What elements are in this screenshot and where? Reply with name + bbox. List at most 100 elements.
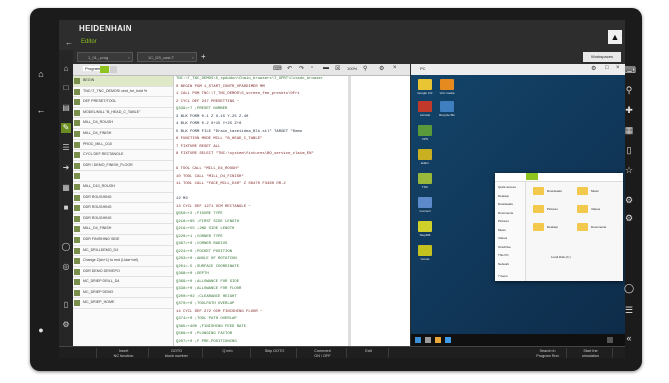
explorer-nav-item[interactable]: OneDrive [498,245,511,249]
nc-code-line[interactable]: 13 CYCL DEF 1271 OCM RECTANGLE ~ [174,204,410,212]
softkey[interactable]: Skip GOTO [253,348,297,358]
close-panel-icon[interactable]: × [616,65,620,71]
copy-icon[interactable]: ▫ [311,65,313,71]
file-explorer-window[interactable]: Quick access Desktop Downloads Documents Pic… [495,173,623,281]
nc-code-line[interactable]: 1 CALL PGM TNC:\T_TNC_DEMOS\5_screen_fee… [174,91,410,99]
structure-item[interactable]: DDR ROUGHING [73,203,173,214]
softkey[interactable]: Start the simulation [569,348,613,358]
table-icon[interactable]: ▦ [61,183,71,193]
explorer-nav-item[interactable]: Quick access [498,185,516,189]
structure-item[interactable]: MC_DRIEP DRILL_D4 [73,277,173,288]
drive-label[interactable]: Local Disk (C:) [551,255,571,259]
folder-icon[interactable] [577,205,588,213]
structure-item[interactable]: MC_DRIEP DEMO [73,288,173,299]
nc-code-editor[interactable]: TNC:\T_TNC_DEMOS\5_spAddon\Chain_browser… [174,76,410,346]
side-keyboard-icon[interactable]: ⌨ [623,64,636,76]
desktop-app-icon[interactable] [418,197,432,208]
nc-code-line[interactable]: Q200=+02 ;CLEARANCE HEIGHT [174,294,410,302]
nc-code-line[interactable]: Q370=+0 ;TOOLPATH OVERLAP [174,301,410,309]
add-tab-button[interactable]: + [201,52,206,62]
structure-item[interactable]: MILL_D4_ROUGH [73,118,173,129]
mdi-icon[interactable]: ▤ [61,103,71,113]
structure-item[interactable]: BEGIN [73,76,173,87]
search-icon[interactable]: ⚲ [363,65,367,72]
desktop-app-icon[interactable] [418,221,432,232]
keyboard-icon[interactable]: ⌨ [273,65,282,72]
desktop-app-icon[interactable] [418,173,432,184]
nc-code-line[interactable]: Q220=+1 ;CORNER TYPE [174,234,410,242]
nc-code-line[interactable]: Q339=+7 ;PRESET NUMBER [174,106,410,114]
structure-item[interactable]: Change Z(dx+1) to end (Lidar+ctrl) [73,256,173,267]
softkey[interactable]: Q info [205,348,251,358]
nc-code-line[interactable]: Q219=+55 ;2ND SIDE LENGTH [174,226,410,234]
side-power-icon[interactable]: ◯ [623,282,635,294]
side-clipboard-icon[interactable]: ▯ [623,144,635,156]
structure-item[interactable]: MC_DRIEP_HOME [73,298,173,310]
desktop-app-icon[interactable] [440,79,454,90]
search-icon[interactable] [425,337,431,343]
desktop-app-icon[interactable] [418,245,432,256]
structure-item[interactable]: PROC_MILL_D10 [73,140,173,151]
structure-item[interactable]: TNC:\T_TNC_DEMOS\ cent_for_hold % [73,87,173,98]
redo-icon[interactable]: ↷ [299,65,304,72]
folder-icon[interactable] [577,223,588,231]
explorer-nav-item[interactable]: Desktop [498,194,509,198]
settings-icon[interactable]: ⚙ [61,320,71,330]
nc-code-line[interactable]: Q368=+0 ;DEPTH [174,271,410,279]
softkey[interactable]: Comment ON / OFF [299,348,347,358]
softkey[interactable]: Search in Program Run [529,348,567,358]
side-home-button[interactable]: ⌂ [35,68,47,80]
side-star-icon[interactable]: ☆ [623,164,635,176]
structure-item[interactable]: DDR ROUGHING [73,193,173,204]
undo-icon[interactable]: ↶ [287,65,292,72]
home-icon[interactable]: ⌂ [61,64,71,74]
calculator-icon[interactable]: ▯ [61,300,71,310]
nc-code-line[interactable]: Q207=+0 ;F PRE-POSITIONING [174,339,410,347]
explorer-nav-item[interactable]: Pictures [498,219,509,223]
structure-item[interactable]: DDR FINISHING SIDE [73,235,173,246]
files-icon[interactable]: ☰ [61,143,71,153]
nc-code-line[interactable]: 7 FIXTURE RESET ALL [174,144,410,152]
nc-code-line[interactable]: Q203=+0 ;ANGLE OF ROTATION [174,256,410,264]
structure-item[interactable]: MILL_D10_ROUGH [73,182,173,193]
folder-icon[interactable] [533,223,544,231]
explorer-nav-item[interactable]: Network [498,262,509,266]
nc-code-line[interactable]: Q385=+400 ;FINISHING FEED RATE [174,324,410,332]
folder-icon[interactable] [533,187,544,195]
notifications-icon[interactable] [607,337,613,343]
power-icon[interactable]: ◯ [61,242,71,252]
nc-code-line[interactable]: Q367=+0 ;CORNER RADIUS [174,241,410,249]
delete-icon[interactable]: ☒ [335,65,340,72]
gear-icon[interactable]: ⚙ [591,65,596,72]
nc-code-line[interactable] [174,189,410,197]
explorer-tab[interactable] [526,173,538,180]
folder-icon[interactable] [577,187,588,195]
softkey[interactable] [71,348,97,358]
structure-item[interactable]: DDR ROUGHING [73,214,173,225]
softkey[interactable]: Insert NC function [99,348,149,358]
structure-toggle[interactable] [110,66,117,73]
nc-code-line[interactable]: 14 CYCL DEF 272 OCM FINISHING FLOOR ~ [174,309,410,317]
nc-code-line[interactable]: 10 TOOL CALL "MILL_D4_FINISH" [174,174,410,182]
window-icon[interactable]: □ [605,65,609,71]
nc-code-line[interactable]: Q569=+0 ;PLUNGING FACTOR [174,331,410,339]
nc-code-line[interactable]: TNC:\T_TNC_DEMOS\5_spAddon\Chain_browser… [174,76,410,84]
side-cross-icon[interactable]: ✚ [623,104,635,116]
explorer-nav-item[interactable]: Documents [498,211,513,215]
tab-program-2[interactable]: 1C_DS_cast.T × [137,52,197,62]
warning-icon[interactable]: ▲ [608,30,622,44]
folder-icon[interactable] [533,205,544,213]
program-run-icon[interactable]: ➜ [61,163,71,173]
zoom-level[interactable]: 100% [347,66,357,71]
structure-item[interactable] [73,171,173,182]
nc-code-line[interactable]: 4 BLK FORM 0.2 X+15 Y+25 Z+0 [174,121,410,129]
close-icon[interactable]: × [128,53,130,63]
explorer-nav-item[interactable]: Downloads [498,202,513,206]
softkey[interactable]: GOTO block number [151,348,203,358]
side-grid-icon[interactable]: ▦ [623,124,635,136]
browser-icon[interactable] [445,337,451,343]
nc-code-line[interactable]: 6 FUNCTION MODE MILL "B_HEAD_C_TABLE" [174,136,410,144]
side-mode-button[interactable]: ● [35,324,47,336]
nc-code-line[interactable]: Q201=-5 ;SURFACE COORDINATE [174,264,410,272]
side-close-icon[interactable]: « [623,332,635,344]
